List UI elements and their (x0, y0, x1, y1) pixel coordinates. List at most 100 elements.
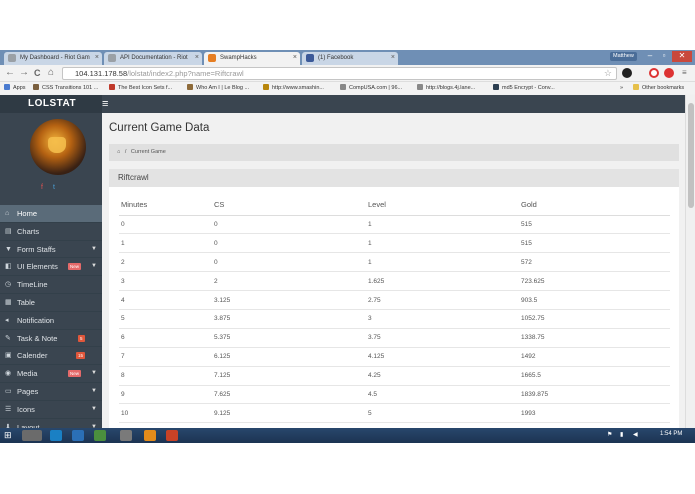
ie-taskbar-icon[interactable] (72, 430, 84, 441)
table-row: 1 0 1 515 (119, 233, 670, 254)
explorer-taskbar-icon[interactable] (94, 430, 106, 441)
new-badge: New (68, 263, 82, 271)
sidebar-item-pages[interactable]: ▭ Pages ▼ (0, 383, 102, 401)
app-taskbar-icon[interactable] (120, 430, 132, 441)
pencil-icon: ✎ (5, 334, 11, 342)
table-cell: 1492 (519, 347, 670, 367)
sidebar-item-home[interactable]: ⌂ Home (0, 205, 102, 223)
sidebar-item-ui-elements[interactable]: ◧ UI Elements New ▼ (0, 258, 102, 277)
table-cell: 7 (119, 347, 212, 367)
table-cell: 4.5 (366, 385, 519, 405)
hamburger-menu-icon[interactable]: ≡ (102, 95, 108, 113)
close-window-icon[interactable]: ✕ (672, 51, 692, 62)
table-cell: 9 (119, 385, 212, 405)
sidebar-item-charts[interactable]: ▤ Charts (0, 223, 102, 241)
tab-facebook[interactable]: (1) Facebook × (302, 52, 398, 65)
forward-icon[interactable]: → (19, 67, 29, 79)
home-icon[interactable]: ⌂ (48, 67, 54, 79)
sidebar-item-calender[interactable]: ▣ Calender 15 (0, 347, 102, 366)
tab-api-docs[interactable]: API Documentation - Riot × (104, 52, 202, 65)
twitter-icon[interactable]: t (53, 184, 55, 191)
close-tab-icon[interactable]: × (293, 52, 297, 64)
sidebar-item-table[interactable]: ▦ Table (0, 294, 102, 312)
page-title: Current Game Data (109, 122, 210, 134)
opera-icon[interactable] (649, 68, 659, 78)
sidebar-item-form-staffs[interactable]: ▼ Form Staffs ▼ (0, 241, 102, 259)
bookmark-item[interactable]: The Best Icon Sets f... (109, 82, 172, 94)
tab-swamphacks[interactable]: SwampHacks × (204, 52, 300, 65)
table-cell: 903.5 (519, 290, 670, 310)
new-badge: New (68, 370, 82, 378)
sidebar-item-task-note[interactable]: ✎ Task & Note 5 (0, 330, 102, 348)
other-bookmarks[interactable]: Other bookmarks (633, 82, 684, 94)
close-tab-icon[interactable]: × (195, 52, 199, 64)
breadcrumb-home-icon[interactable]: ⌂ (117, 149, 120, 155)
reload-icon[interactable]: C (34, 67, 41, 79)
chrome-taskbar-icon[interactable] (22, 430, 42, 441)
bookmark-item[interactable]: CSS Transitions 101 ... (33, 82, 98, 94)
menu-icon[interactable]: ≡ (682, 67, 687, 79)
sidebar-item-icons[interactable]: ☰ Icons ▼ (0, 401, 102, 419)
profile-section: f t (0, 113, 102, 205)
bookmark-item[interactable]: Who Am I | Le Blog ... (187, 82, 249, 94)
table-cell: 723.625 (519, 271, 670, 292)
chevron-down-icon: ▼ (91, 245, 97, 252)
chevron-down-icon: ▼ (91, 387, 97, 394)
close-tab-icon[interactable]: × (95, 52, 99, 64)
tray-volume-icon[interactable]: ◀ (633, 431, 638, 438)
table-row: 7 6.125 4.125 1492 (119, 347, 670, 367)
bookmark-star-icon[interactable]: ☆ (604, 68, 612, 79)
game-data-panel: Riftcrawl Minutes CS Level Gold 0 0 1 515 1 0… (109, 169, 679, 443)
scrollbar[interactable] (685, 95, 695, 443)
os-taskbar: ⊞ ⚑ ▮ ◀ 1:54 PM (0, 428, 695, 443)
bookmark-item[interactable]: CompUSA.com | 96... (340, 82, 402, 94)
tab-dashboard[interactable]: My Dashboard - Riot Gam × (4, 52, 102, 65)
table-row: 8 7.125 4.25 1665.5 (119, 366, 670, 386)
avatar (30, 119, 86, 175)
sidebar-item-timeline[interactable]: ◷ TimeLine (0, 276, 102, 294)
calendar-icon: ▣ (5, 352, 12, 360)
table-header-row: Minutes CS Level Gold (119, 194, 670, 216)
table-cell: 3.125 (212, 290, 366, 310)
brand-logo[interactable]: LOLSTAT (0, 95, 102, 113)
home-icon: ⌂ (5, 210, 10, 217)
table-row: 9 7.625 4.5 1839.875 (119, 385, 670, 405)
tray-network-icon[interactable]: ▮ (620, 431, 623, 438)
vlc-taskbar-icon[interactable] (144, 430, 156, 441)
table-cell: 6.125 (212, 347, 366, 367)
address-bar-row: ← → C ⌂ 104.131.178.58/lolstat/index2.ph… (0, 65, 695, 82)
start-icon[interactable]: ⊞ (4, 430, 12, 441)
table-cell: 0 (119, 215, 212, 235)
sidebar-item-notification[interactable]: ◂ Notification (0, 312, 102, 330)
bookmark-item[interactable]: http://blogs.4j.lane... (417, 82, 475, 94)
table-row: 4 3.125 2.75 903.5 (119, 290, 670, 310)
table-cell: 3 (366, 309, 519, 329)
folder-icon (633, 84, 639, 90)
scrollbar-thumb[interactable] (688, 103, 694, 208)
bookmark-apps[interactable]: Apps (4, 82, 26, 94)
bookmark-favicon (33, 84, 39, 90)
table-cell: 7.625 (212, 385, 366, 405)
table-row: 6 5.375 3.75 1338.75 (119, 328, 670, 348)
bookmarks-overflow-icon[interactable]: » (620, 82, 623, 94)
tray-flag-icon[interactable]: ⚑ (607, 431, 612, 438)
close-tab-icon[interactable]: × (391, 52, 395, 64)
profile-chip[interactable]: Matthew (610, 52, 637, 61)
bookmark-favicon (187, 84, 193, 90)
sidebar-item-media[interactable]: ◉ Media New ▼ (0, 365, 102, 383)
table-cell: 1 (119, 233, 212, 254)
facebook-icon[interactable]: f (41, 184, 43, 191)
table-cell: 10 (119, 403, 212, 424)
url-input[interactable]: 104.131.178.58/lolstat/index2.php?name=R… (62, 67, 617, 80)
minimize-icon[interactable]: – (643, 51, 657, 62)
extension-icon[interactable] (622, 68, 632, 78)
powerpoint-taskbar-icon[interactable] (166, 430, 178, 441)
skype-taskbar-icon[interactable] (50, 430, 62, 441)
adblock-icon[interactable] (664, 68, 674, 78)
column-header: CS (212, 194, 366, 216)
maximize-icon[interactable]: ▫ (657, 51, 671, 62)
back-icon[interactable]: ← (5, 67, 15, 79)
bookmark-item[interactable]: md5 Encrypt - Conv... (493, 82, 555, 94)
bookmark-item[interactable]: http://www.smashin... (263, 82, 324, 94)
table-cell: 1993 (519, 403, 670, 424)
